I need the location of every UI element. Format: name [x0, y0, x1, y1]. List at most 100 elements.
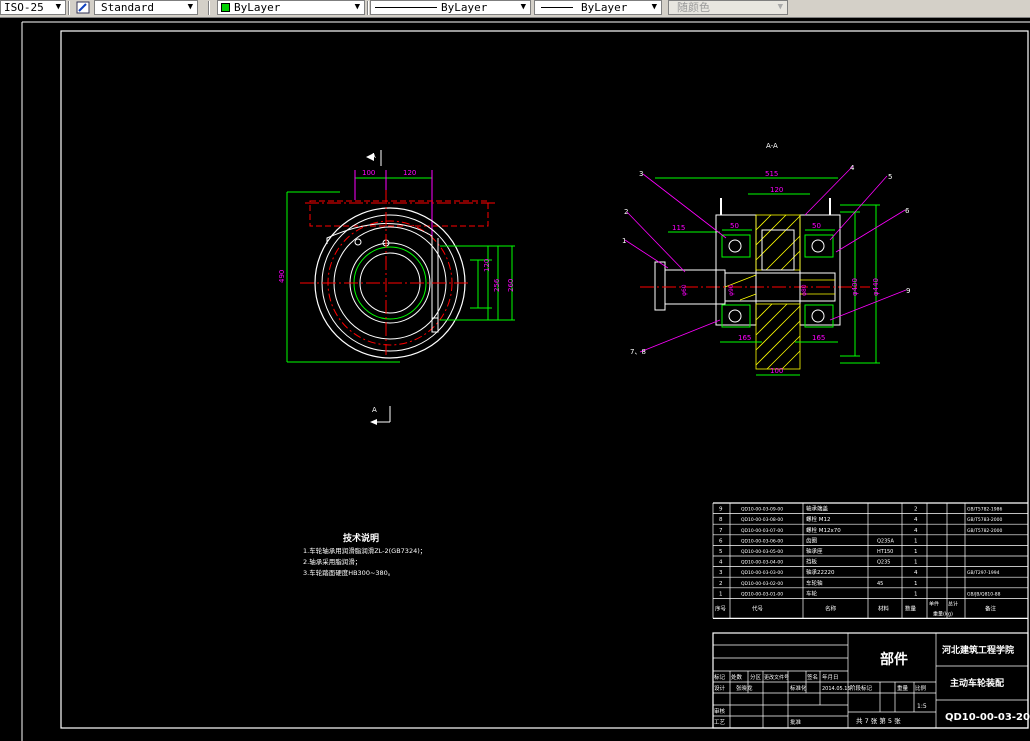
parts-row-name: 齿圈	[806, 537, 818, 544]
tb-label: 标记	[714, 673, 726, 681]
parts-row-no: 9	[719, 507, 723, 513]
parts-row-qty: 2	[914, 507, 918, 513]
part-type: 部件	[880, 651, 908, 668]
dim-text: 165	[738, 334, 751, 342]
dim-text: 490	[278, 270, 286, 283]
parts-row-std: GB/T5782-2000	[967, 528, 1003, 534]
tech-note-line: 1.车轮轴承用润滑脂润滑ZL-2(GB7324)；	[303, 546, 426, 555]
parts-row-no: 1	[719, 591, 723, 597]
layer-value: ByLayer	[234, 1, 281, 14]
model-space-canvas[interactable]: A 100 120 490 120 256 260 A A-A 515 120 …	[0, 18, 1030, 741]
parts-header-material: 材料	[878, 604, 890, 612]
parts-row-std: GB/T297-1994	[967, 570, 1000, 576]
parts-header-weight: 重量(kg)	[933, 610, 953, 617]
parts-row-qty: 1	[914, 549, 918, 555]
dim-text: φ440	[872, 278, 880, 296]
dim-text: φ80	[801, 284, 808, 296]
parts-row-qty: 4	[914, 570, 918, 576]
tb-label: 年月日	[822, 673, 839, 681]
lineweight-select[interactable]: ByLayer ▼	[534, 0, 662, 15]
parts-row-no: 3	[719, 570, 723, 576]
dim-text: 115	[672, 224, 685, 232]
section-mark-top: A	[371, 152, 376, 160]
textstyle-select[interactable]: Standard ▼	[94, 0, 198, 15]
tb-label: 设计	[714, 684, 726, 692]
parts-row-code: QD10-00-03-05-00	[741, 549, 783, 555]
parts-row-no: 7	[719, 528, 723, 534]
dim-text: φ90	[728, 284, 735, 296]
chevron-down-icon: ▼	[55, 2, 61, 12]
leader-number: 6	[905, 207, 910, 215]
leader-number: 4	[850, 164, 855, 172]
parts-row-code: QD10-00-03-01-00	[741, 591, 783, 597]
layer-select[interactable]: ByLayer ▼	[217, 0, 365, 15]
leader-number: 5	[888, 173, 892, 181]
tb-label: 分区	[750, 673, 762, 681]
parts-header-remark: 备注	[985, 604, 997, 612]
parts-row-material: Q235	[877, 560, 890, 566]
dim-text: 120	[403, 169, 416, 177]
parts-row-name: 轴承22220	[806, 568, 835, 576]
parts-row-code: QD10-00-03-03-00	[741, 570, 783, 576]
parts-row-qty: 4	[914, 528, 918, 534]
parts-header-total: 总计	[948, 600, 958, 607]
chevron-down-icon: ▼	[520, 2, 526, 12]
drawing-name: 主动车轮装配	[950, 677, 1004, 689]
toolbar-separator	[367, 1, 369, 15]
parts-row-qty: 1	[914, 538, 918, 544]
tb-label: 审核	[714, 707, 726, 715]
parts-row-name: 轴承端盖	[806, 505, 829, 513]
parts-header-qty: 数量	[905, 604, 917, 612]
parts-row-no: 4	[719, 560, 723, 566]
linetype-select[interactable]: ByLayer ▼	[370, 0, 531, 15]
parts-row-std: GB/JB/Q810-88	[967, 591, 1001, 597]
parts-row-code: QD10-00-03-07-00	[741, 528, 783, 534]
dim-text: 50	[812, 222, 821, 230]
leader-number: 7、8	[630, 348, 646, 356]
parts-row-name: 轴承座	[806, 547, 823, 555]
parts-row-no: 5	[719, 549, 723, 555]
parts-row-name: 车轮	[806, 589, 818, 597]
parts-row-qty: 1	[914, 581, 918, 587]
tech-notes-title: 技术说明	[343, 532, 379, 544]
tb-label: 工艺	[714, 719, 726, 726]
dim-text: 260	[507, 279, 515, 292]
plotstyle-select: 随颜色 ▼	[668, 0, 788, 15]
dim-text: φ60	[681, 284, 688, 296]
tb-label: 标准化	[790, 684, 807, 692]
parts-row-no: 8	[719, 517, 723, 523]
toolbar-separator	[68, 1, 70, 15]
parts-row-name: 挡板	[806, 558, 818, 566]
tech-note-line: 3.车轮踏面硬度HB300~380。	[303, 568, 394, 577]
dimstyle-value: ISO-25	[4, 1, 44, 14]
linetype-sample-icon	[375, 7, 437, 8]
section-title: A-A	[766, 142, 778, 150]
tb-value: 张晓龙	[736, 684, 753, 692]
color-swatch-icon	[221, 3, 230, 12]
parts-row-code: QD10-00-03-08-00	[741, 517, 783, 523]
tech-note-line: 2.轴承采用脂润滑；	[303, 557, 361, 566]
sheet-count: 共 7 张 第 5 张	[856, 716, 901, 725]
parts-row-no: 6	[719, 538, 723, 544]
leader-number: 3	[639, 170, 643, 178]
dimstyle-select[interactable]: ISO-25 ▼	[0, 0, 66, 15]
school-name: 河北建筑工程学院	[942, 644, 1014, 656]
leader-number: 2	[624, 208, 628, 216]
dim-text: 120	[770, 186, 783, 194]
parts-row-no: 2	[719, 581, 723, 587]
tb-label: 批准	[790, 718, 802, 726]
dim-text: 120	[483, 259, 491, 272]
parts-row-name: 螺栓 M12	[806, 515, 831, 523]
lineweight-sample-icon	[541, 7, 573, 8]
parts-row-name: 螺栓 M12x70	[806, 526, 841, 534]
chevron-down-icon: ▼	[777, 2, 783, 12]
chevron-down-icon: ▼	[187, 2, 193, 12]
dim-text: 100	[362, 169, 375, 177]
parts-row-qty: 4	[914, 517, 918, 523]
dim-text: 165	[812, 334, 825, 342]
tb-label: 处数	[731, 673, 743, 681]
parts-row-material: Q235A	[877, 538, 894, 544]
parts-header-name: 名称	[825, 604, 837, 612]
text-style-icon[interactable]	[76, 1, 90, 14]
tb-label: 比例	[915, 684, 927, 692]
